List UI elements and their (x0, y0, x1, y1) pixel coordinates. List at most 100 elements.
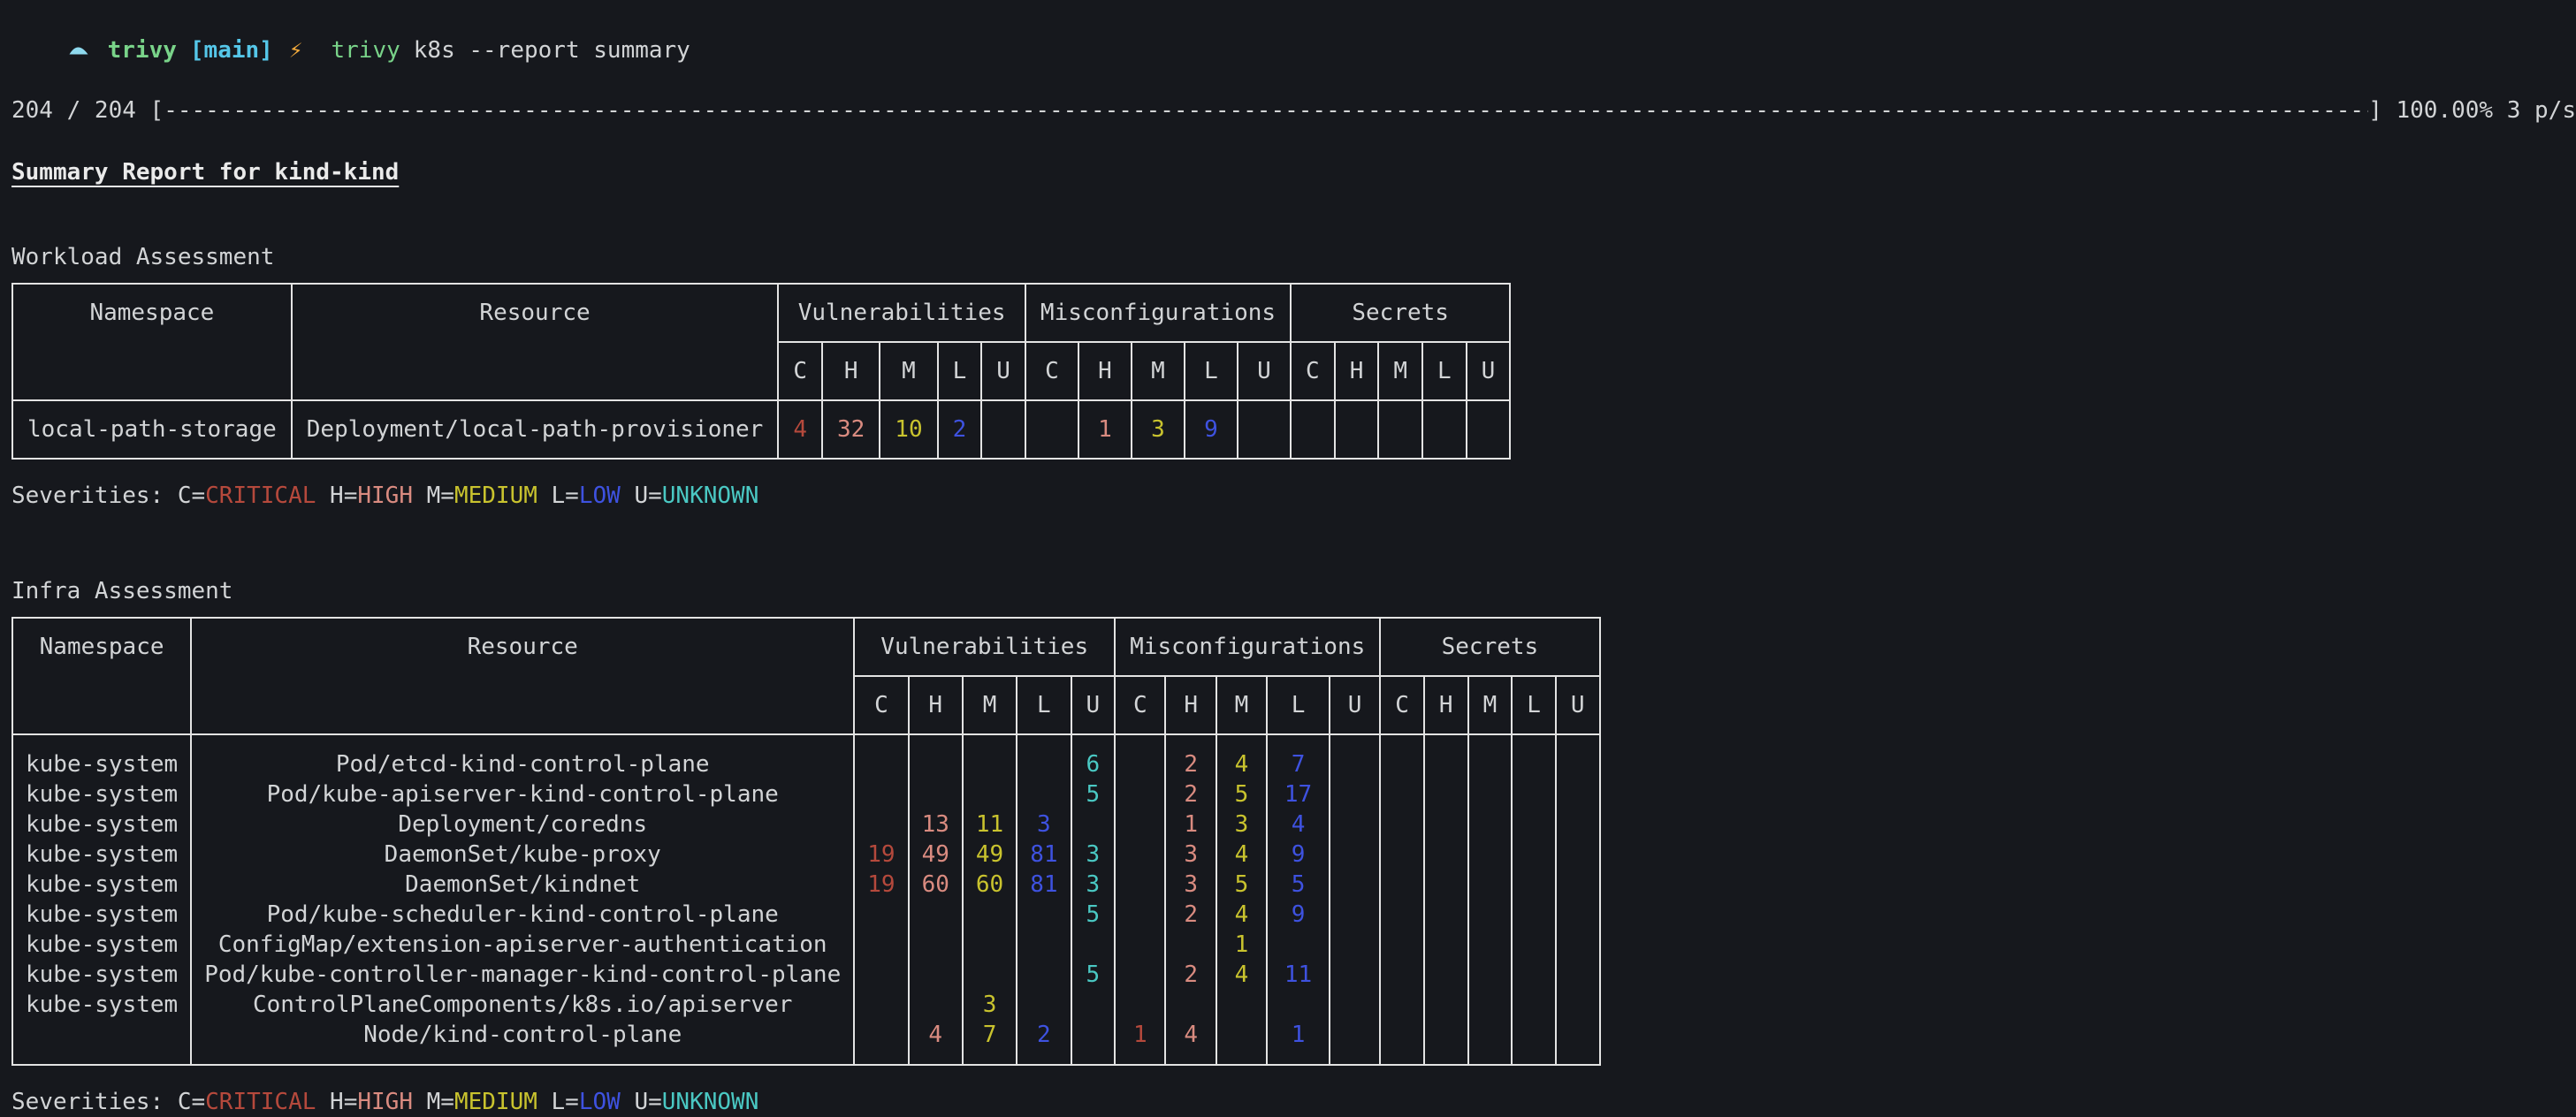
severity-column-header: U (981, 342, 1025, 400)
severity-count-cell (1525, 840, 1543, 870)
severity-column-header: L (1512, 676, 1556, 734)
severity-count-cell (1482, 960, 1499, 990)
severity-count-cell (1291, 400, 1335, 459)
namespace-cell: kube-system (26, 749, 178, 779)
severity-count-cell (1467, 400, 1511, 459)
severity-count-cell: 81 (1030, 870, 1057, 900)
severity-column-header: C (778, 342, 822, 400)
severity-count-cell (1437, 990, 1455, 1020)
infra-header-row: Namespace Resource Vulnerabilities Misco… (12, 618, 1600, 676)
severity-count-column (1556, 734, 1600, 1065)
severity-count-cell (1343, 900, 1367, 930)
resource-cell: Pod/kube-controller-manager-kind-control… (204, 960, 841, 990)
severity-column-header: M (1216, 676, 1267, 734)
legend-abbr: H= (316, 483, 357, 509)
severity-count-column: 653355 (1071, 734, 1116, 1065)
progress-count: 204 / 204 [ (11, 95, 164, 125)
severity-count-cell (1525, 779, 1543, 809)
severity-count-cell: 3 (1085, 870, 1102, 900)
severity-count-cell: 19 (867, 870, 895, 900)
severity-count-cell: 9 (1280, 840, 1316, 870)
severity-count-cell (922, 749, 949, 779)
severity-column-header: H (1424, 676, 1468, 734)
severity-count-cell: 49 (922, 840, 949, 870)
severity-count-cell: 1 (1078, 400, 1132, 459)
severity-count-cell (1085, 990, 1102, 1020)
legend-severity-name: UNKNOWN (662, 1089, 759, 1115)
severity-count-cell: 2 (1178, 960, 1202, 990)
severity-count-cell (1482, 840, 1499, 870)
column-group-secrets: Secrets (1291, 284, 1510, 342)
severity-count-cell (1437, 1020, 1455, 1050)
severity-count-cell: 49 (976, 840, 1003, 870)
severity-count-cell: 3 (1085, 840, 1102, 870)
severity-count-cell (1085, 809, 1102, 840)
severity-count-cell (1128, 990, 1152, 1020)
severity-count-cell (1569, 1020, 1587, 1050)
severity-count-cell (1437, 930, 1455, 960)
severity-count-cell: 60 (922, 870, 949, 900)
severity-count-cell (1393, 900, 1411, 930)
severity-column-header: U (1071, 676, 1116, 734)
severity-count-cell: 32 (822, 400, 880, 459)
severity-count-cell (1437, 960, 1455, 990)
severity-count-cell (1393, 870, 1411, 900)
severity-count-cell: 5 (1280, 870, 1316, 900)
severity-column-header: M (1378, 342, 1422, 400)
resource-cell: Deployment/coredns (204, 809, 841, 840)
severity-column-header: M (963, 676, 1017, 734)
column-group-vulnerabilities: Vulnerabilities (854, 618, 1115, 676)
namespace-cell: kube-system (26, 779, 178, 809)
severity-count-cell (1343, 749, 1367, 779)
namespace-cell: local-path-storage (12, 400, 292, 459)
progress-bar: ----------------------------------------… (164, 95, 2368, 125)
severity-count-cell (1393, 779, 1411, 809)
severity-count-cell (1482, 749, 1499, 779)
severity-count-column: 381812 (1017, 734, 1071, 1065)
severity-count-cell (1525, 960, 1543, 990)
severity-count-cell (867, 809, 895, 840)
severity-count-cell: 4 (1230, 840, 1254, 870)
legend-label: Severities: (11, 483, 178, 509)
column-header-resource: Resource (191, 618, 854, 734)
severity-count-cell (1569, 990, 1587, 1020)
terminal[interactable]: trivy[main]⚡trivyk8s --report summary 20… (11, 5, 2576, 1117)
severity-column-header: H (1078, 342, 1132, 400)
severity-count-cell (1525, 809, 1543, 840)
severity-count-column: 1349604 (909, 734, 963, 1065)
severity-count-cell (1437, 840, 1455, 870)
severity-count-cell: 3 (1132, 400, 1185, 459)
severity-count-cell (1482, 870, 1499, 900)
severity-count-cell (1569, 930, 1587, 960)
severity-count-cell (1569, 870, 1587, 900)
legend-severity-name: LOW (579, 1089, 621, 1115)
column-header-namespace: Namespace (12, 618, 191, 734)
column-group-vulnerabilities: Vulnerabilities (778, 284, 1025, 342)
severity-count-cell: 3 (976, 990, 1003, 1020)
workload-header-row: Namespace Resource Vulnerabilities Misco… (12, 284, 1510, 342)
legend-severity-name: CRITICAL (205, 1089, 316, 1115)
severity-count-cell: 19 (867, 840, 895, 870)
severity-count-cell: 7 (976, 1020, 1003, 1050)
severity-count-cell (1525, 930, 1543, 960)
severity-count-cell (1393, 930, 1411, 960)
severity-count-cell (1128, 749, 1152, 779)
severity-count-cell: 11 (976, 809, 1003, 840)
severity-count-cell (1482, 900, 1499, 930)
severity-count-cell (1393, 990, 1411, 1020)
severity-count-column: 11496037 (963, 734, 1017, 1065)
severity-count-cell (1030, 930, 1057, 960)
severity-column-header: M (1468, 676, 1513, 734)
prompt-symbol-icon (67, 35, 90, 65)
namespace-cell: kube-system (26, 840, 178, 870)
severity-column-header: L (1267, 676, 1330, 734)
legend-severity-name: HIGH (357, 1089, 413, 1115)
legend-severity-name: UNKNOWN (662, 483, 759, 509)
severity-count-cell: 2 (1178, 749, 1202, 779)
severity-count-column (1512, 734, 1556, 1065)
severity-count-cell (1437, 900, 1455, 930)
severity-count-cell (1280, 990, 1316, 1020)
severity-count-cell (1437, 749, 1455, 779)
legend-abbr: L= (537, 483, 579, 509)
legend-abbr: M= (413, 1089, 454, 1115)
